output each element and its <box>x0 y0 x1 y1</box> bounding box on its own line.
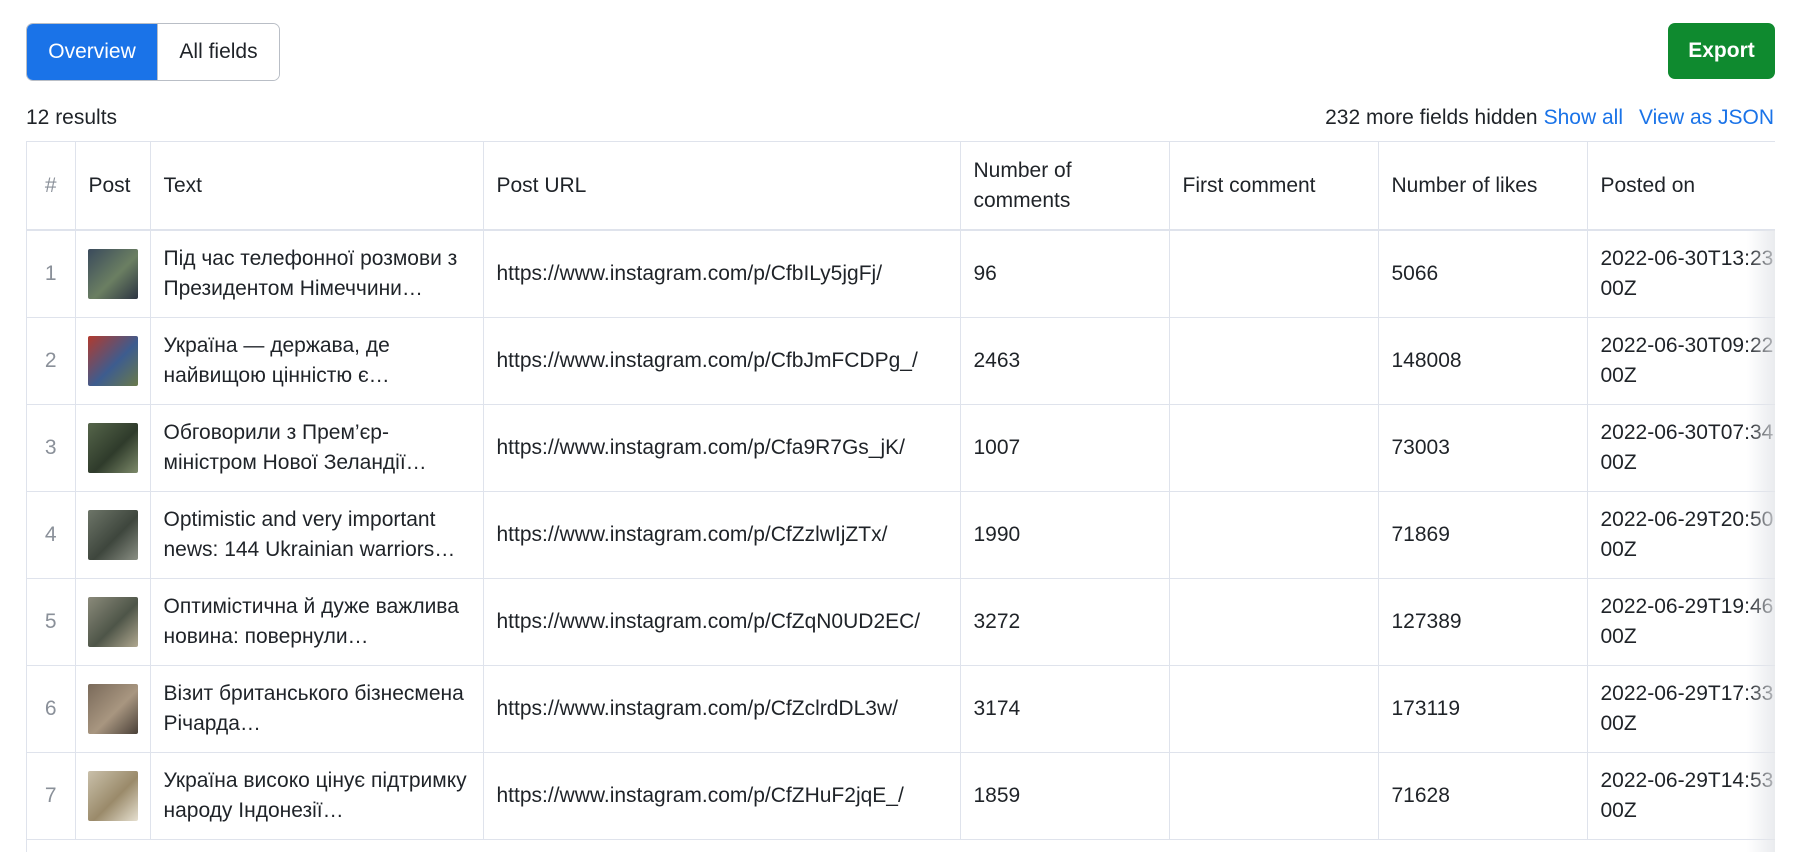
post-text: Оптимістична й дуже важлива новина: пове… <box>163 594 459 648</box>
text-cell: Оптимістична й дуже важлива новина: пове… <box>150 578 484 666</box>
column-header-post-url[interactable]: Post URL <box>483 142 961 231</box>
post-cell <box>75 491 151 579</box>
tab-overview[interactable]: Overview <box>27 24 157 80</box>
likes-cell: 148008 <box>1378 317 1588 405</box>
first-comment-cell <box>1169 404 1379 492</box>
likes-cell: 71869 <box>1378 491 1588 579</box>
post-url-cell: https://www.instagram.com/p/CfZzlwIjZTx/ <box>483 491 961 579</box>
post-url-cell: https://www.instagram.com/p/CfZclrdDL3w/ <box>483 665 961 753</box>
post-url-cell: https://www.instagram.com/p/CfbJmFCDPg_/ <box>483 317 961 405</box>
column-header-first-comment[interactable]: First comment <box>1169 142 1379 231</box>
post-thumbnail[interactable] <box>87 770 138 821</box>
table-header: # Post Text Post URL Number of comments … <box>27 142 1775 231</box>
post-cell <box>75 578 151 666</box>
table-row[interactable]: 4 Optimistic and very important news: 144… <box>27 491 1775 579</box>
posted-on-cell: 2022-06-30T09:22:01.000Z <box>1587 317 1775 405</box>
row-index: 5 <box>27 578 76 666</box>
posted-on-cell: 2022-06-29T14:53:47.000Z <box>1587 752 1775 840</box>
column-header-text[interactable]: Text <box>150 142 484 231</box>
show-all-link[interactable]: Show all <box>1544 106 1623 130</box>
posted-on-cell: 2022-06-30T13:23:06.000Z <box>1587 230 1775 318</box>
column-header-number-of-likes[interactable]: Number of likes <box>1378 142 1588 231</box>
post-url-cell: https://www.instagram.com/p/CfZHuF2jqE_/ <box>483 752 961 840</box>
comments-cell: 1007 <box>960 404 1170 492</box>
post-text: Візит британського бізнесмена Річарда… <box>163 681 464 735</box>
post-thumbnail[interactable] <box>87 422 138 473</box>
post-cell <box>75 665 151 753</box>
table-row[interactable]: 7 Україна високо цінує підтримку народу І… <box>27 752 1775 840</box>
first-comment-cell <box>1169 578 1379 666</box>
likes-cell: 5066 <box>1378 230 1588 318</box>
table-row[interactable]: 3 Обговорили з Прем’єр-міністром Нової Зе… <box>27 404 1775 492</box>
hidden-fields-group: 232 more fields hidden Show all <box>1325 106 1623 130</box>
row-index: 3 <box>27 404 76 492</box>
first-comment-cell <box>1169 665 1379 753</box>
row-index: 4 <box>27 491 76 579</box>
table-row[interactable]: 6 Візит британського бізнесмена Річарда… h… <box>27 665 1775 753</box>
post-text: Optimistic and very important news: 144 … <box>163 507 456 561</box>
likes-cell: 71628 <box>1378 752 1588 840</box>
first-comment-cell <box>1169 230 1379 318</box>
text-cell: Україна — держава, де найвищою цінністю … <box>150 317 484 405</box>
export-button[interactable]: Export <box>1668 23 1775 79</box>
text-cell: Optimistic and very important news: 144 … <box>150 491 484 579</box>
row-index: 7 <box>27 752 76 840</box>
likes-cell: 173119 <box>1378 665 1588 753</box>
text-cell: Україна високо цінує підтримку народу Ін… <box>150 752 484 840</box>
post-cell <box>75 752 151 840</box>
post-text: Під час телефонної розмови з Президентом… <box>163 246 458 300</box>
row-index: 6 <box>27 665 76 753</box>
comments-cell: 96 <box>960 230 1170 318</box>
results-table: # Post Text Post URL Number of comments … <box>26 141 1775 852</box>
fields-meta: 232 more fields hidden Show all View as … <box>1325 106 1774 130</box>
results-count: 12 results <box>26 106 118 129</box>
column-header-number-of-comments[interactable]: Number of comments <box>960 142 1170 231</box>
column-header-post[interactable]: Post <box>75 142 151 231</box>
row-index: 1 <box>27 230 76 318</box>
first-comment-cell <box>1169 752 1379 840</box>
tab-all-fields[interactable]: All fields <box>157 24 279 80</box>
text-cell: Обговорили з Прем’єр-міністром Нової Зел… <box>150 404 484 492</box>
comments-cell: 3272 <box>960 578 1170 666</box>
post-thumbnail[interactable] <box>87 248 138 299</box>
post-cell <box>75 317 151 405</box>
post-text: Україна високо цінує підтримку народу Ін… <box>163 768 467 822</box>
comments-cell: 3174 <box>960 665 1170 753</box>
post-url-cell: https://www.instagram.com/p/Cfa9R7Gs_jK/ <box>483 404 961 492</box>
table-row[interactable]: 1 Під час телефонної розмови з Президенто… <box>27 230 1775 318</box>
column-header-index[interactable]: # <box>27 142 76 231</box>
post-thumbnail[interactable] <box>87 596 138 647</box>
hidden-fields-text: 232 more fields hidden <box>1325 106 1538 129</box>
post-thumbnail[interactable] <box>87 683 138 734</box>
likes-cell: 73003 <box>1378 404 1588 492</box>
table-row[interactable]: 5 Оптимістична й дуже важлива новина: пов… <box>27 578 1775 666</box>
comments-cell: 1990 <box>960 491 1170 579</box>
comments-cell: 2463 <box>960 317 1170 405</box>
post-text: Україна — держава, де найвищою цінністю … <box>163 333 390 387</box>
text-cell: Візит британського бізнесмена Річарда… <box>150 665 484 753</box>
post-cell <box>75 404 151 492</box>
table-row[interactable]: 2 Україна — держава, де найвищою цінністю… <box>27 317 1775 405</box>
post-text: Обговорили з Прем’єр-міністром Нової Зел… <box>163 420 427 474</box>
row-index: 2 <box>27 317 76 405</box>
first-comment-cell <box>1169 491 1379 579</box>
post-url-cell: https://www.instagram.com/p/CfbILy5jgFj/ <box>483 230 961 318</box>
view-toggle: Overview All fields <box>26 23 280 81</box>
first-comment-cell <box>1169 317 1379 405</box>
column-header-posted-on[interactable]: Posted on <box>1587 142 1775 231</box>
posted-on-cell: 2022-06-29T19:46:07.000Z <box>1587 578 1775 666</box>
post-cell <box>75 230 151 318</box>
posted-on-cell: 2022-06-29T17:33:49.000Z <box>1587 665 1775 753</box>
view-as-json-link[interactable]: View as JSON <box>1639 106 1774 130</box>
posted-on-cell: 2022-06-29T20:50:52.000Z <box>1587 491 1775 579</box>
comments-cell: 1859 <box>960 752 1170 840</box>
post-url-cell: https://www.instagram.com/p/CfZqN0UD2EC/ <box>483 578 961 666</box>
post-thumbnail[interactable] <box>87 509 138 560</box>
posted-on-cell: 2022-06-30T07:34:25.000Z <box>1587 404 1775 492</box>
likes-cell: 127389 <box>1378 578 1588 666</box>
post-thumbnail[interactable] <box>87 335 138 386</box>
text-cell: Під час телефонної розмови з Президентом… <box>150 230 484 318</box>
